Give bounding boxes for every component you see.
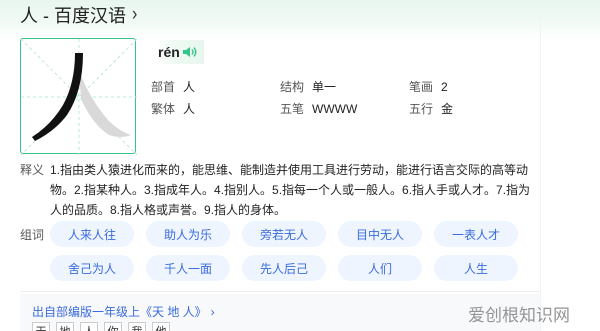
source-text: 出自部编版一年级上《天 地 人》 [32, 305, 207, 319]
hanyu-card: 人 - 百度汉语 › rén 部首人 结构 单一 笔画 2 繁体人 五笔 WWW… [0, 0, 600, 331]
poem-char: 我 [128, 322, 146, 331]
word-chip[interactable]: 人们 [338, 255, 422, 281]
fanti-value: 人 [183, 102, 196, 116]
poem-char: 他 [152, 322, 170, 331]
section-divider [20, 291, 540, 292]
page-title-link[interactable]: 人 - 百度汉语 › [20, 4, 137, 26]
definition-line: 人的品质。8.指人格或声誉。9.指人的身体。 [50, 203, 287, 217]
chevron-right-icon: › [132, 4, 138, 25]
definition-label: 释义 [20, 163, 45, 177]
jiegou-value: 单一 [312, 80, 337, 94]
word-chip[interactable]: 目中无人 [338, 221, 422, 247]
definition-line: 1.指由类人猿进化而来的，能思维、能制造并使用工具进行劳动，能进行语言交际的高等… [50, 163, 529, 177]
word-chip[interactable]: 一表人才 [434, 221, 518, 247]
wuxing-label: 五行 [409, 102, 434, 116]
poem-preview: 天 地 人 你 我 他 [32, 322, 170, 331]
fanti-label: 繁体 [151, 102, 176, 116]
wuxing-value: 金 [441, 102, 454, 116]
jiegou-label: 结构 [280, 80, 305, 94]
zuci-label: 组词 [20, 228, 45, 242]
word-chip[interactable]: 人来人往 [50, 221, 134, 247]
word-chip[interactable]: 先人后己 [242, 255, 326, 281]
pinyin-reading: rén [156, 40, 204, 64]
bushou-value: 人 [183, 80, 196, 94]
character-grid-icon [21, 39, 137, 155]
character-stroke-box[interactable] [20, 38, 137, 155]
info-jiegou: 结构 单一 [280, 78, 336, 95]
poem-char: 你 [104, 322, 122, 331]
poem-char: 地 [56, 322, 74, 331]
wubi-label: 五笔 [280, 102, 305, 116]
info-fanti: 繁体人 [151, 100, 195, 117]
wubi-value: WWWW [312, 102, 358, 116]
panel-divider [540, 0, 541, 331]
speaker-icon[interactable] [182, 45, 198, 59]
bihua-value: 2 [441, 80, 448, 94]
bihua-label: 笔画 [409, 80, 434, 94]
site-watermark: 爱创根知识网 [468, 301, 570, 326]
poem-char: 人 [80, 322, 98, 331]
word-chip[interactable]: 舍己为人 [50, 255, 134, 281]
bushou-label: 部首 [151, 80, 176, 94]
word-chip[interactable]: 旁若无人 [242, 221, 326, 247]
word-chip[interactable]: 千人一面 [146, 255, 230, 281]
definition-line: 物。2.指某种人。3.指成年人。4.指别人。5.指每一个人或一般人。6.指人手或… [50, 183, 531, 197]
word-chip[interactable]: 助人为乐 [146, 221, 230, 247]
watermark-text: 爱创根知识网 [468, 306, 570, 325]
chevron-right-icon: › [210, 305, 215, 319]
poem-char: 天 [32, 322, 50, 331]
info-wuxing: 五行金 [409, 100, 453, 117]
page-title: 人 - 百度汉语 [20, 6, 126, 26]
pinyin-text: rén [158, 44, 180, 60]
info-bihua: 笔画 2 [409, 78, 448, 95]
definition-text: 1.指由类人猿进化而来的，能思维、能制造并使用工具进行劳动，能进行语言交际的高等… [50, 160, 562, 220]
word-chip[interactable]: 人生 [434, 255, 518, 281]
info-wubi: 五笔 WWWW [280, 100, 357, 117]
info-bushou: 部首人 [151, 78, 195, 95]
